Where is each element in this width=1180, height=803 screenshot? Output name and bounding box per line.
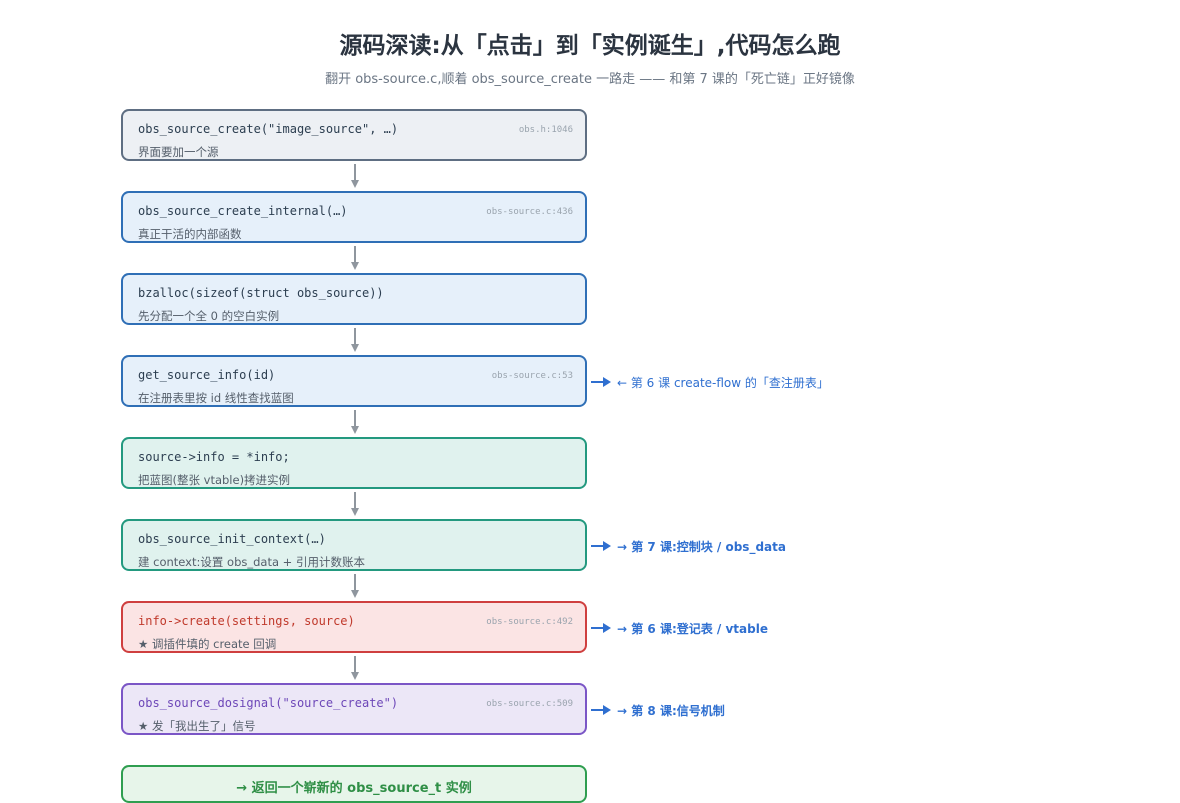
step-description: 先分配一个全 0 的空白实例 [138,309,280,323]
step-code: obs_source_dosignal("source_create") [138,696,399,710]
right-arrow-icon [591,623,611,633]
step-init-context: obs_source_init_context(…) 建 context:设置 … [121,519,587,571]
source-ref: obs-source.c:492 [486,617,573,627]
step-code: obs_source_create_internal(…) [138,204,348,218]
step-code: info->create(settings, source) [138,614,355,628]
side-note-label: ← 第 6 课 create-flow 的「查注册表」 [617,376,829,390]
down-arrow-icon [351,328,359,352]
result-box: → 返回一个崭新的 obs_source_t 实例 [121,765,587,803]
page-title: 源码深读:从「点击」到「实例诞生」,代码怎么跑 [339,33,841,59]
step-description: 界面要加一个源 [138,145,219,159]
step-description: 真正干活的内部函数 [138,227,242,241]
step-bzalloc: bzalloc(sizeof(struct obs_source)) 先分配一个… [121,273,587,325]
step-description: 把蓝图(整张 vtable)拷进实例 [138,473,291,487]
step-code: bzalloc(sizeof(struct obs_source)) [138,286,384,300]
step-description: ★ 调插件填的 create 回调 [138,637,277,651]
step-get-source-info: get_source_info(id) obs-source.c:53 在注册表… [121,355,587,407]
page-subtitle: 翻开 obs-source.c,顺着 obs_source_create 一路走… [325,72,855,87]
down-arrow-icon [351,492,359,516]
step-description: 在注册表里按 id 线性查找蓝图 [138,391,294,405]
down-arrow-icon [351,410,359,434]
down-arrow-icon [351,164,359,188]
step-obs-source-create: obs_source_create("image_source", …) obs… [121,109,587,161]
step-code: source->info = *info; [138,450,290,464]
side-note-label: → 第 7 课:控制块 / obs_data [617,540,786,554]
step-info-create: info->create(settings, source) obs-sourc… [121,601,587,653]
step-description: ★ 发「我出生了」信号 [138,719,256,733]
step-dosignal: obs_source_dosignal("source_create") obs… [121,683,587,735]
source-ref: obs-source.c:509 [486,699,573,709]
result-label: → 返回一个崭新的 obs_source_t 实例 [236,781,472,796]
step-copy-info: source->info = *info; 把蓝图(整张 vtable)拷进实例 [121,437,587,489]
right-arrow-icon [591,705,611,715]
step-obs-source-create-internal: obs_source_create_internal(…) obs-source… [121,191,587,243]
down-arrow-icon [351,246,359,270]
step-code: get_source_info(id) [138,368,276,382]
down-arrow-icon [351,656,359,680]
source-ref: obs-source.c:436 [486,207,573,217]
side-note-label: → 第 8 课:信号机制 [617,704,725,718]
step-code: obs_source_create("image_source", …) [138,122,399,136]
step-description: 建 context:设置 obs_data + 引用计数账本 [138,555,365,569]
side-note-label: → 第 6 课:登记表 / vtable [617,622,768,636]
step-code: obs_source_init_context(…) [138,532,326,546]
source-ref: obs-source.c:53 [491,371,573,381]
right-arrow-icon [591,541,611,551]
down-arrow-icon [351,574,359,598]
source-ref: obs.h:1046 [518,125,573,135]
right-arrow-icon [591,377,611,387]
